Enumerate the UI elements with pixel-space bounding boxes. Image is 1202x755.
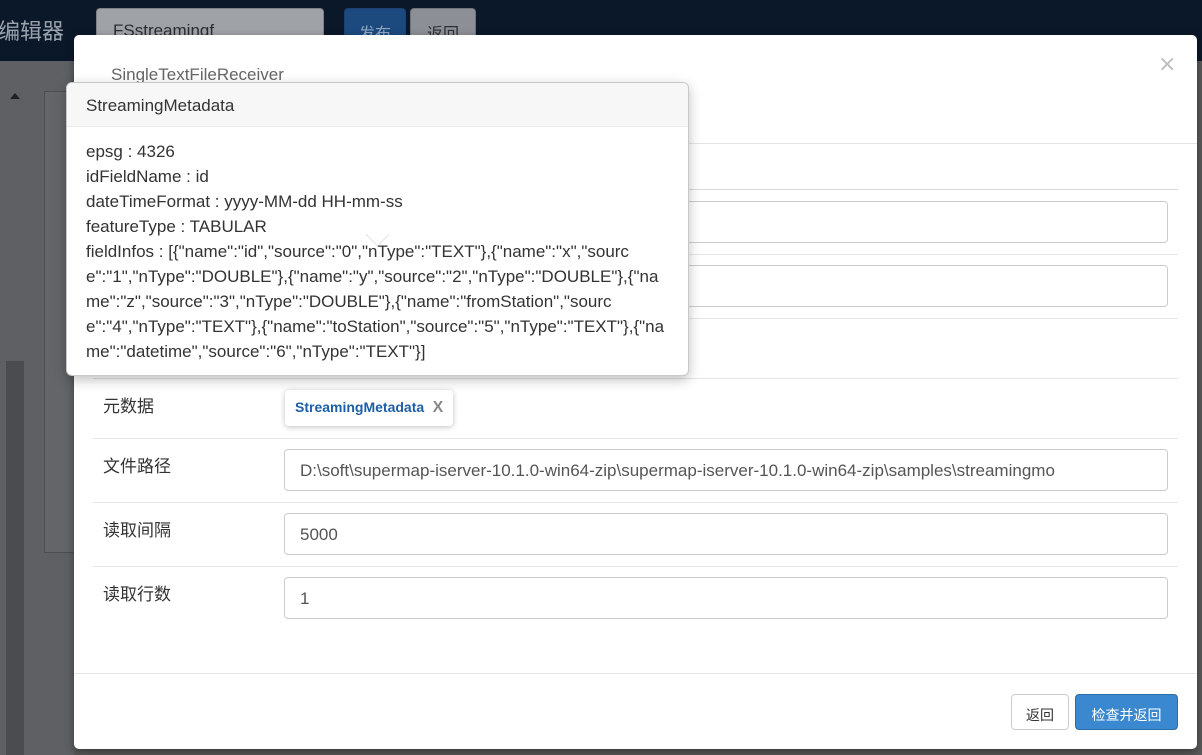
metadata-tag[interactable]: StreamingMetadata X [285, 390, 454, 426]
close-icon[interactable]: × [1158, 52, 1176, 77]
row-divider [93, 566, 1178, 567]
metadata-epsg: epsg : 4326 [86, 142, 175, 161]
metadata-label: 元数据 [103, 397, 154, 417]
remove-tag-icon[interactable]: X [433, 399, 444, 416]
row-divider [93, 378, 1178, 379]
app-title: 编辑器 [0, 20, 65, 45]
check-and-return-button[interactable]: 检查并返回 [1075, 694, 1178, 730]
filepath-input[interactable]: D:\soft\supermap-iserver-10.1.0-win64-zi… [284, 449, 1168, 491]
interval-input[interactable]: 5000 [284, 513, 1168, 555]
lines-label: 读取行数 [103, 585, 171, 605]
metadata-id-field: idFieldName : id [86, 167, 209, 186]
interval-label: 读取间隔 [103, 521, 171, 541]
metadata-field-infos: fieldInfos : [{"name":"id","source":"0",… [86, 242, 665, 361]
cancel-button[interactable]: 返回 [1011, 694, 1069, 730]
side-scrollbar[interactable] [6, 361, 24, 755]
metadata-popover: StreamingMetadata epsg : 4326 idFieldNam… [66, 82, 689, 376]
metadata-datetime-format: dateTimeFormat : yyyy-MM-dd HH-mm-ss [86, 192, 403, 211]
row-divider [93, 502, 1178, 503]
row-divider [93, 438, 1178, 439]
popover-title: StreamingMetadata [67, 83, 688, 127]
caret-up-icon[interactable] [10, 93, 20, 99]
filepath-label: 文件路径 [103, 457, 171, 477]
side-panel [0, 61, 76, 755]
modal-footer-divider [74, 673, 1197, 674]
lines-input[interactable]: 1 [284, 577, 1168, 619]
metadata-tag-label[interactable]: StreamingMetadata [295, 399, 424, 415]
